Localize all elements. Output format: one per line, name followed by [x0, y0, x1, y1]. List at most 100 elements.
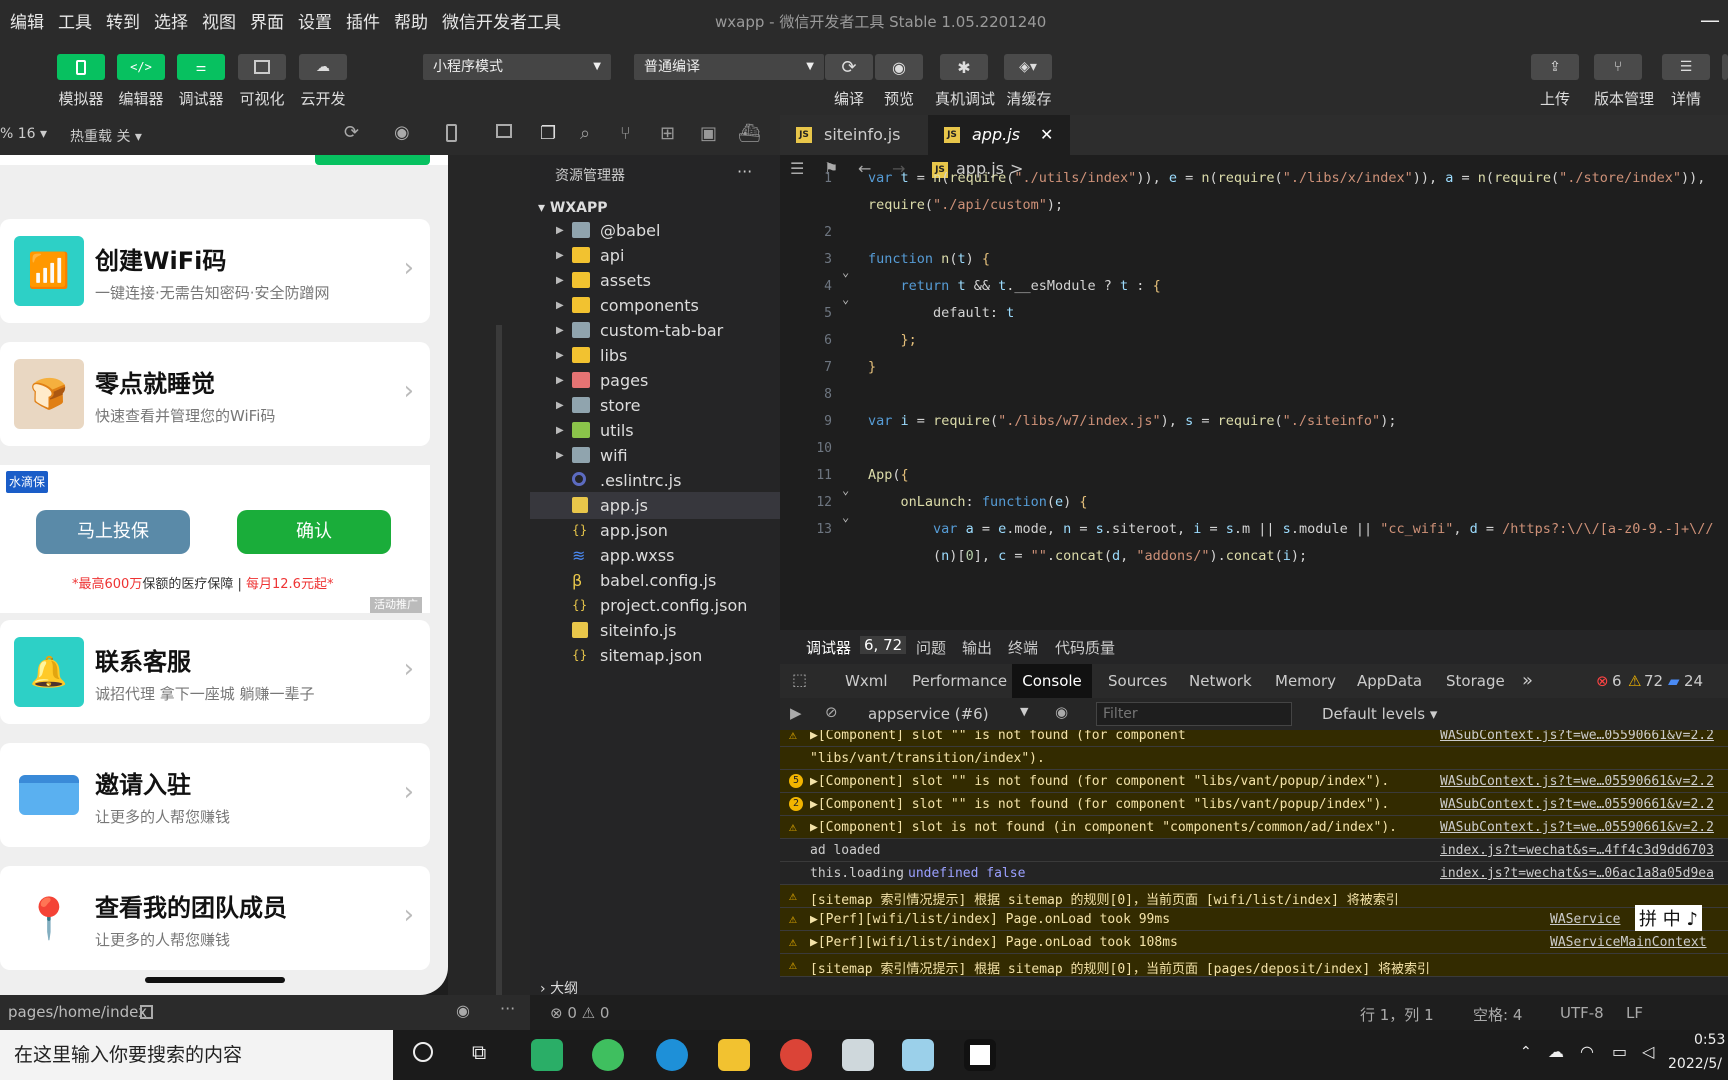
fold-icon[interactable]: ⌄	[842, 292, 849, 306]
card-sleep[interactable]: 🍞 零点就睡觉 快速查看并管理您的WiFi码 ›	[0, 342, 430, 446]
console-row[interactable]: ⚠ ▶[Component] slot is not found (in comp…	[780, 816, 1728, 839]
chevron-right-icon[interactable]: ▶	[556, 442, 564, 469]
docker-icon[interactable]: ⛴	[738, 123, 761, 144]
battery-icon[interactable]: ▭	[1612, 1042, 1627, 1061]
tree-item[interactable]: ▶ components	[530, 292, 780, 319]
fold-icon[interactable]: ⌄	[842, 510, 849, 524]
debugger-toggle-button[interactable]: ⚌	[177, 54, 225, 80]
storage-icon[interactable]: ▣	[700, 123, 717, 144]
console-source-link[interactable]: WASubContext.js?t=we…05590661&v=2.2	[1440, 774, 1714, 789]
tab-terminal[interactable]: 终端	[1008, 637, 1038, 658]
chevron-right-icon[interactable]: ▶	[556, 417, 564, 444]
console-row[interactable]: 5 ▶[Component] slot "" is not found (for …	[780, 770, 1728, 793]
menu-plugins[interactable]: 插件	[346, 8, 380, 33]
fold-icon[interactable]: ⌄	[842, 265, 849, 279]
wifi-icon[interactable]: ◠	[1580, 1042, 1594, 1061]
menu-view[interactable]: 视图	[202, 8, 236, 33]
tree-item[interactable]: ▶ libs	[530, 342, 780, 369]
tree-item[interactable]: ▶ utils	[530, 417, 780, 444]
console-row[interactable]: ⚠ [sitemap 索引情况提示] 根据 sitemap 的规则[0]，当前页面…	[780, 954, 1728, 977]
menu-interface[interactable]: 界面	[250, 8, 284, 33]
clear-console-icon[interactable]: ⊘	[825, 703, 838, 721]
tab-debugger[interactable]: 调试器	[806, 637, 851, 658]
info-count[interactable]: 24	[1684, 672, 1703, 690]
console-source-link[interactable]: index.js?t=wechat&s=…4ff4c3d9dd6703	[1440, 843, 1714, 858]
cursor-position[interactable]: 行 1，列 1	[1360, 1004, 1434, 1025]
sidebar-toggle-icon[interactable]: ▶	[790, 704, 802, 722]
tab-console[interactable]: Console	[1012, 664, 1092, 698]
menu-goto[interactable]: 转到	[106, 8, 140, 33]
tree-item[interactable]: ▶ api	[530, 242, 780, 269]
code-editor[interactable]: 1 2 3 4 5 6 7 8 9 10 11 12 13 ⌄ ⌄ ⌄ ⌄ var t = n(requ…	[780, 170, 1728, 630]
extensions-icon[interactable]: ⊞	[660, 123, 675, 144]
card-team[interactable]: 📍 查看我的团队成员 让更多的人帮您赚钱 ›	[0, 866, 430, 970]
console-row[interactable]: 2 ▶[Component] slot "" is not found (for …	[780, 793, 1728, 816]
volume-icon[interactable]: ◁	[1642, 1042, 1654, 1061]
insure-now-button[interactable]: 马上投保	[36, 510, 190, 554]
chevron-right-icon[interactable]: ▶	[556, 317, 564, 344]
menu-tools[interactable]: 工具	[58, 8, 92, 33]
indent-setting[interactable]: 空格: 4	[1473, 1004, 1522, 1025]
tab-storage[interactable]: Storage	[1446, 672, 1505, 690]
search-icon[interactable]: ⌕	[580, 123, 590, 144]
error-count[interactable]: 6	[1612, 672, 1622, 690]
tab-sources[interactable]: Sources	[1108, 672, 1167, 690]
zoom-select[interactable]: % 16 ▾	[0, 126, 47, 142]
wechat-icon[interactable]	[531, 1039, 563, 1071]
tree-item[interactable]: .eslintrc.js	[530, 467, 780, 494]
copy-icon[interactable]	[140, 1005, 153, 1019]
chevron-right-icon[interactable]: ▶	[556, 392, 564, 419]
cloud-button[interactable]: ☁	[299, 54, 347, 80]
tab-output[interactable]: 输出	[962, 637, 992, 658]
chevron-right-icon[interactable]: ▶	[556, 367, 564, 394]
console-row[interactable]: ⚠ ▶[Component] slot "" is not found (for …	[780, 730, 1728, 747]
window-icon[interactable]	[496, 124, 512, 138]
tree-item[interactable]: ▶ custom-tab-bar	[530, 317, 780, 344]
wechat-devtools-icon[interactable]	[842, 1039, 874, 1071]
file-explorer-icon[interactable]	[718, 1039, 750, 1071]
console-source-link[interactable]: WAServiceMainContext	[1550, 935, 1707, 950]
console-row[interactable]: ⚠ ▶[Perf][wifi/list/index] Page.onLoad to…	[780, 908, 1728, 931]
console-source-link[interactable]: WAService	[1550, 912, 1620, 927]
encoding[interactable]: UTF-8	[1560, 1004, 1604, 1022]
eye-icon[interactable]: ◉	[1055, 703, 1068, 721]
console-source-link[interactable]: index.js?t=wechat&s=…06ac1a8a05d9ea	[1440, 866, 1714, 881]
tree-item[interactable]: {} sitemap.json	[530, 642, 780, 669]
chevron-right-icon[interactable]: ▶	[556, 217, 564, 244]
console-source-link[interactable]: WASubContext.js?t=we…05590661&v=2.2	[1440, 730, 1714, 743]
tree-item[interactable]: ▶ store	[530, 392, 780, 419]
inspect-icon[interactable]: ⬚	[792, 670, 807, 689]
remote-debug-button[interactable]: ✱	[940, 54, 988, 80]
menu-select[interactable]: 选择	[154, 8, 188, 33]
chevron-right-icon[interactable]: ▶	[556, 267, 564, 294]
explorer-root[interactable]: ▾ WXAPP	[538, 200, 608, 216]
card-create-wifi[interactable]: 📶 创建WiFi码 一键连接·无需告知密码·安全防蹭网 ›	[0, 219, 430, 323]
phone-icon[interactable]	[446, 124, 457, 142]
eye-icon[interactable]: ◉	[456, 1001, 470, 1020]
levels-select[interactable]: Default levels ▾	[1322, 705, 1437, 723]
tree-item[interactable]: ▶ pages	[530, 367, 780, 394]
tab-siteinfo[interactable]: JS siteinfo.js	[780, 115, 928, 155]
scrollbar[interactable]	[496, 325, 502, 995]
more-tabs-icon[interactable]: »	[1522, 670, 1533, 691]
tree-item[interactable]: app.js	[530, 492, 780, 519]
console-row[interactable]: ⚠ ▶[Perf][wifi/list/index] Page.onLoad to…	[780, 931, 1728, 954]
warning-count[interactable]: 72	[1644, 672, 1663, 690]
tree-item[interactable]: {} project.config.json	[530, 592, 780, 619]
chevron-right-icon[interactable]: ▶	[556, 342, 564, 369]
tree-item[interactable]: ≋ app.wxss	[530, 542, 780, 569]
tab-code-quality[interactable]: 代码质量	[1055, 637, 1115, 658]
tab-problems[interactable]: 问题	[916, 637, 946, 658]
tree-item[interactable]: ▶ assets	[530, 267, 780, 294]
tree-item[interactable]: {} app.json	[530, 517, 780, 544]
compile-select[interactable]: 普通编译 ▼	[634, 54, 824, 80]
line-ending[interactable]: LF	[1626, 1004, 1643, 1022]
close-icon[interactable]: ✕	[1040, 115, 1053, 155]
version-button[interactable]: ⑂	[1594, 54, 1642, 80]
task-view-icon[interactable]: ⧉	[472, 1040, 486, 1064]
chevron-right-icon[interactable]: ▶	[556, 242, 564, 269]
chevron-up-icon[interactable]: ⌃	[1520, 1044, 1532, 1060]
mode-select[interactable]: 小程序模式 ▼	[423, 54, 611, 80]
menu-settings[interactable]: 设置	[298, 8, 332, 33]
editor-toggle-button[interactable]: </>	[117, 54, 165, 80]
